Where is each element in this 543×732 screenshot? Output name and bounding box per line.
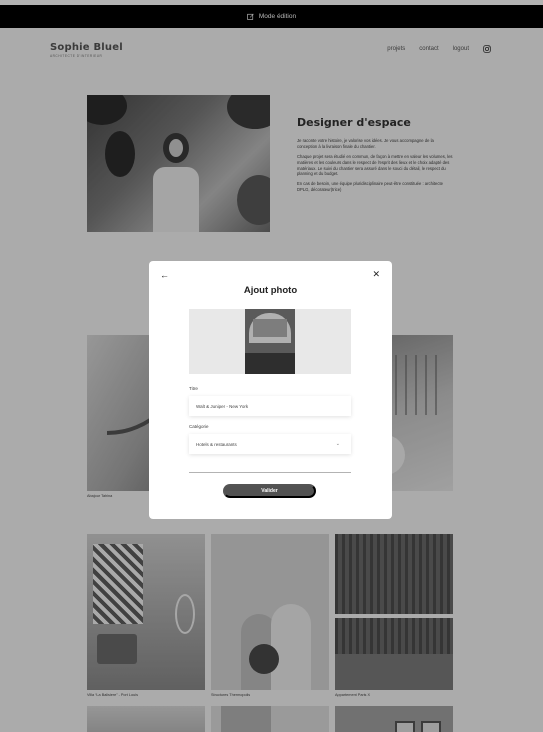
title-label: Titre (189, 386, 198, 391)
photo-preview[interactable] (189, 309, 351, 374)
title-input[interactable]: Walt & Juniper - New York (189, 396, 351, 416)
title-input-value: Walt & Juniper - New York (196, 403, 249, 409)
arrow-left-icon[interactable]: ← (160, 270, 169, 280)
chevron-down-icon: ⌄ (335, 441, 340, 447)
modal-title: Ajout photo (243, 285, 298, 296)
category-select[interactable]: Hotels & restaurants ⌄ (189, 434, 351, 454)
preview-image (245, 309, 295, 374)
submit-button[interactable]: Valider (223, 484, 316, 498)
close-icon[interactable]: ✕ (372, 269, 380, 280)
add-photo-modal: ← ✕ Ajout photo Titre Walt & Juniper - N… (149, 261, 392, 519)
category-label: Catégorie (189, 424, 209, 429)
category-select-value: Hotels & restaurants (196, 441, 237, 447)
form-divider (189, 472, 351, 473)
